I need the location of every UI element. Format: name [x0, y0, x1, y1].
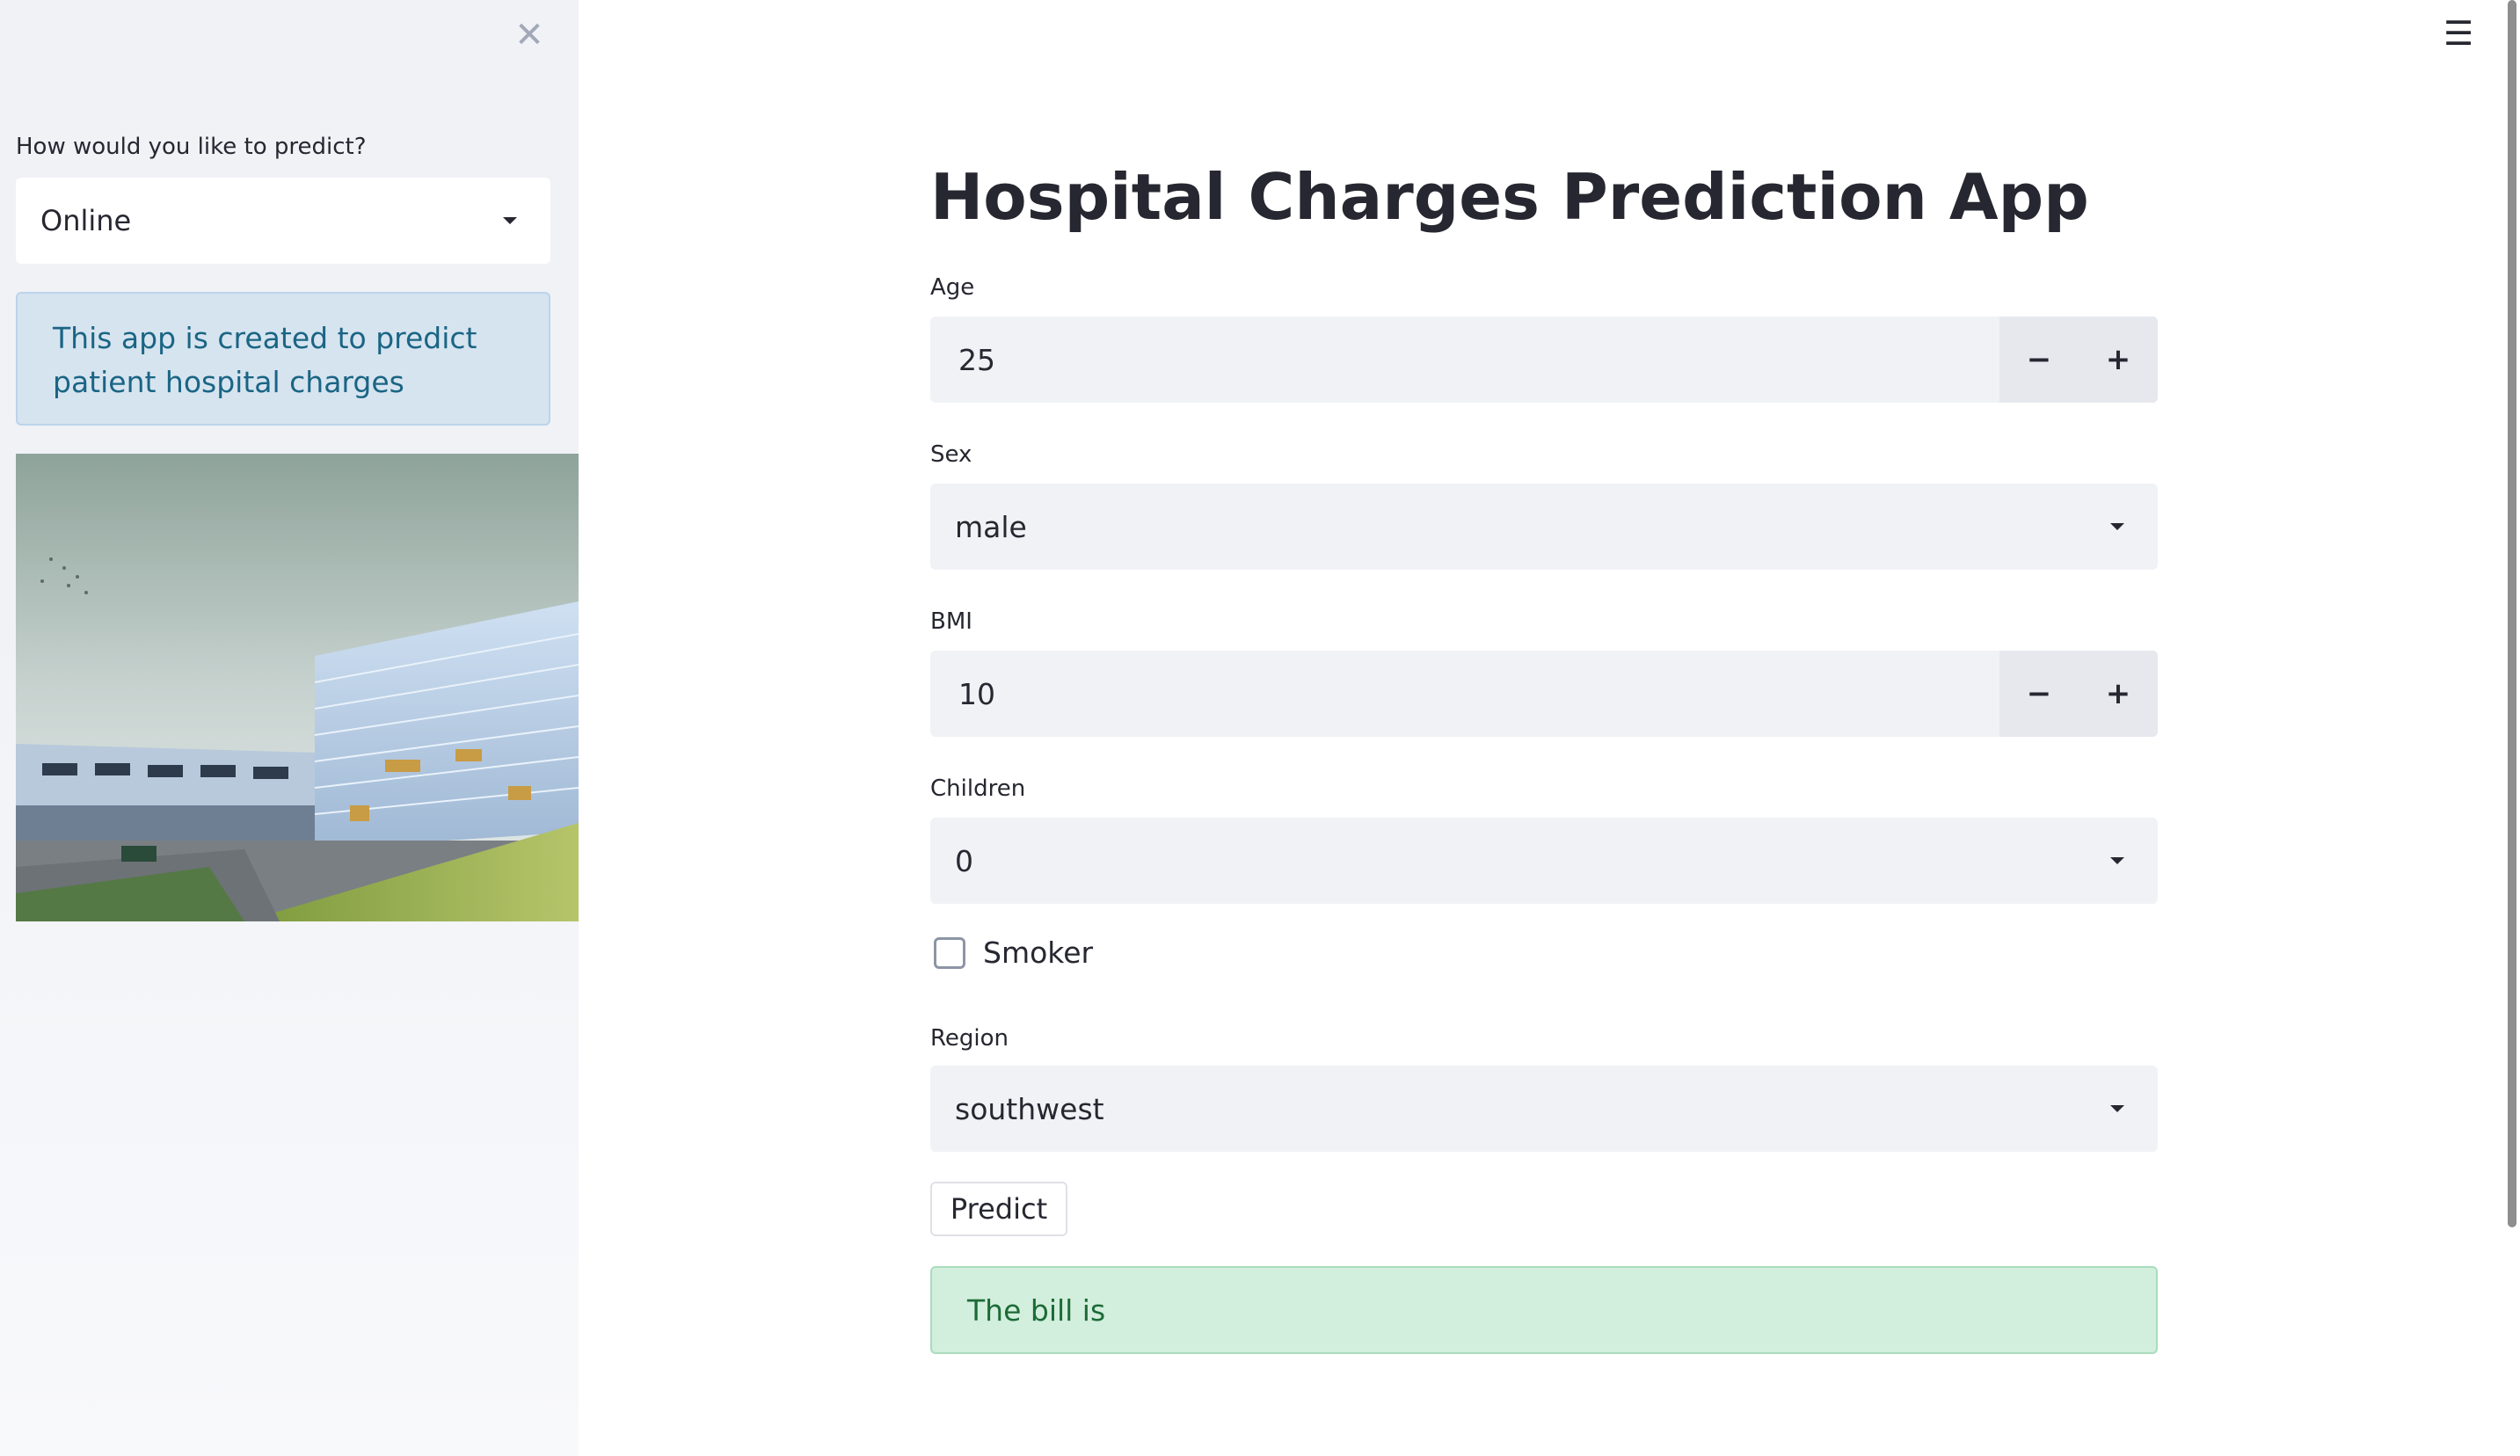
- chevron-down-icon: [2110, 523, 2124, 530]
- region-value: southwest: [955, 1091, 1104, 1126]
- prediction-mode-value: Online: [40, 204, 132, 237]
- smoker-checkbox[interactable]: [934, 936, 965, 969]
- chevron-down-icon: [2110, 857, 2124, 864]
- sex-value: male: [955, 509, 1027, 544]
- bmi-label: BMI: [930, 608, 972, 635]
- hospital-image: [16, 454, 579, 921]
- sidebar: ✕ How would you like to predict? Online …: [0, 0, 579, 1456]
- chevron-down-icon: [2110, 1105, 2124, 1112]
- region-label: Region: [930, 1025, 1009, 1052]
- hamburger-menu-icon[interactable]: ☰: [2441, 14, 2476, 53]
- children-label: Children: [930, 775, 1026, 802]
- prediction-mode-select[interactable]: Online: [16, 178, 550, 264]
- children-select[interactable]: 0: [930, 818, 2158, 904]
- chevron-down-icon: [503, 217, 517, 224]
- predict-button[interactable]: Predict: [930, 1182, 1067, 1236]
- bmi-increment-button[interactable]: +: [2079, 651, 2158, 737]
- age-label: Age: [930, 274, 975, 301]
- age-input[interactable]: 25 − +: [930, 317, 2158, 403]
- scrollbar[interactable]: [2508, 0, 2516, 1227]
- bmi-decrement-button[interactable]: −: [1999, 651, 2079, 737]
- result-alert: The bill is: [930, 1266, 2158, 1354]
- age-decrement-button[interactable]: −: [1999, 317, 2079, 403]
- prediction-mode-label: How would you like to predict?: [16, 134, 367, 160]
- bmi-input[interactable]: 10 − +: [930, 651, 2158, 737]
- page-title: Hospital Charges Prediction App: [930, 160, 2089, 234]
- bmi-value[interactable]: 10: [930, 651, 1999, 737]
- app-root: ✕ How would you like to predict? Online …: [0, 0, 2520, 1456]
- children-value: 0: [955, 843, 973, 878]
- smoker-label: Smoker: [983, 935, 1094, 970]
- age-increment-button[interactable]: +: [2079, 317, 2158, 403]
- info-alert: This app is created to predict patient h…: [16, 292, 550, 426]
- sex-select[interactable]: male: [930, 484, 2158, 570]
- age-value[interactable]: 25: [930, 317, 1999, 403]
- smoker-checkbox-row[interactable]: Smoker: [934, 935, 1093, 970]
- close-icon[interactable]: ✕: [512, 15, 547, 55]
- sex-label: Sex: [930, 441, 972, 468]
- region-select[interactable]: southwest: [930, 1066, 2158, 1152]
